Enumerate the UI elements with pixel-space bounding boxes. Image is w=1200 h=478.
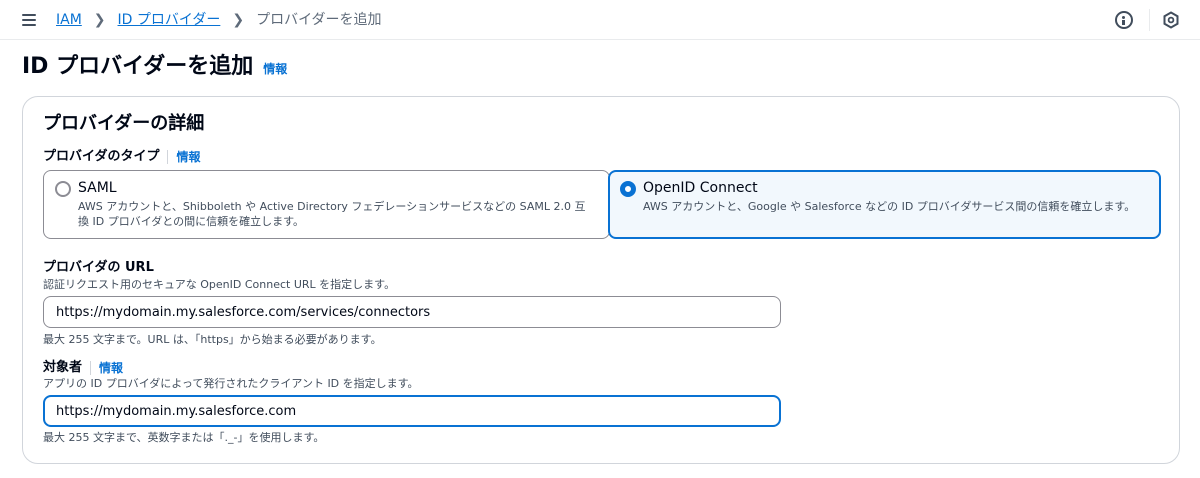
provider-url-description: 認証リクエスト用のセキュアな OpenID Connect URL を指定します… (43, 278, 396, 291)
chevron-right-icon: ❯ (93, 12, 106, 28)
info-circle-icon[interactable] (1115, 11, 1133, 29)
provider-url-input[interactable] (43, 296, 781, 328)
provider-type-label-text: プロバイダのタイプ (43, 149, 160, 164)
page-info-link[interactable]: 情報 (263, 54, 287, 84)
provider-url-label: プロバイダの URL (43, 259, 154, 277)
breadcrumb-current: プロバイダーを追加 (256, 12, 382, 28)
breadcrumb-link-iam[interactable]: IAM (56, 10, 82, 30)
provider-type-info-link[interactable]: 情報 (167, 150, 201, 164)
section-title: プロバイダーの詳細 (43, 113, 205, 134)
chevron-right-icon: ❯ (232, 12, 245, 28)
hexagon-icon[interactable] (1162, 11, 1180, 29)
oidc-title: OpenID Connect (643, 180, 758, 196)
page-title-text: ID プロバイダーを追加 (22, 54, 254, 79)
provider-type-label: プロバイダのタイプ 情報 (43, 148, 201, 166)
provider-type-saml-tile[interactable]: SAML AWS アカウントと、Shibboleth や Active Dire… (43, 170, 610, 239)
audience-description: アプリの ID プロバイダによって発行されたクライアント ID を指定します。 (43, 377, 419, 390)
top-icons (1115, 9, 1180, 31)
provider-details-container: プロバイダーの詳細 プロバイダのタイプ 情報 SAML AWS アカウントと、S… (22, 96, 1180, 464)
toolbar-divider (1149, 9, 1150, 31)
provider-url-label-text: プロバイダの URL (43, 260, 154, 275)
audience-input[interactable] (43, 395, 781, 427)
page-title: ID プロバイダーを追加 情報 (22, 52, 287, 84)
provider-type-oidc-tile[interactable]: OpenID Connect AWS アカウントと、Google や Sales… (608, 170, 1161, 239)
provider-url-constraint: 最大 255 文字まで。URL は、「https」から始まる必要があります。 (43, 333, 382, 346)
audience-info-link[interactable]: 情報 (90, 361, 123, 375)
saml-title: SAML (78, 180, 117, 196)
top-navigation: IAM ❯ ID プロバイダー ❯ プロバイダーを追加 (0, 0, 1200, 40)
audience-label: 対象者 情報 (43, 359, 123, 377)
oidc-description: AWS アカウントと、Google や Salesforce などの ID プロ… (643, 200, 1136, 213)
hamburger-menu-icon[interactable] (20, 10, 40, 30)
audience-label-text: 対象者 (43, 360, 83, 375)
saml-radio[interactable] (55, 181, 71, 197)
breadcrumb-link-id-providers[interactable]: ID プロバイダー (118, 10, 221, 30)
oidc-radio[interactable] (620, 181, 636, 197)
audience-constraint: 最大 255 文字まで、英数字または「._-」を使用します。 (43, 431, 325, 444)
breadcrumb: IAM ❯ ID プロバイダー ❯ プロバイダーを追加 (56, 10, 382, 30)
saml-description: AWS アカウントと、Shibboleth や Active Directory… (78, 200, 586, 228)
